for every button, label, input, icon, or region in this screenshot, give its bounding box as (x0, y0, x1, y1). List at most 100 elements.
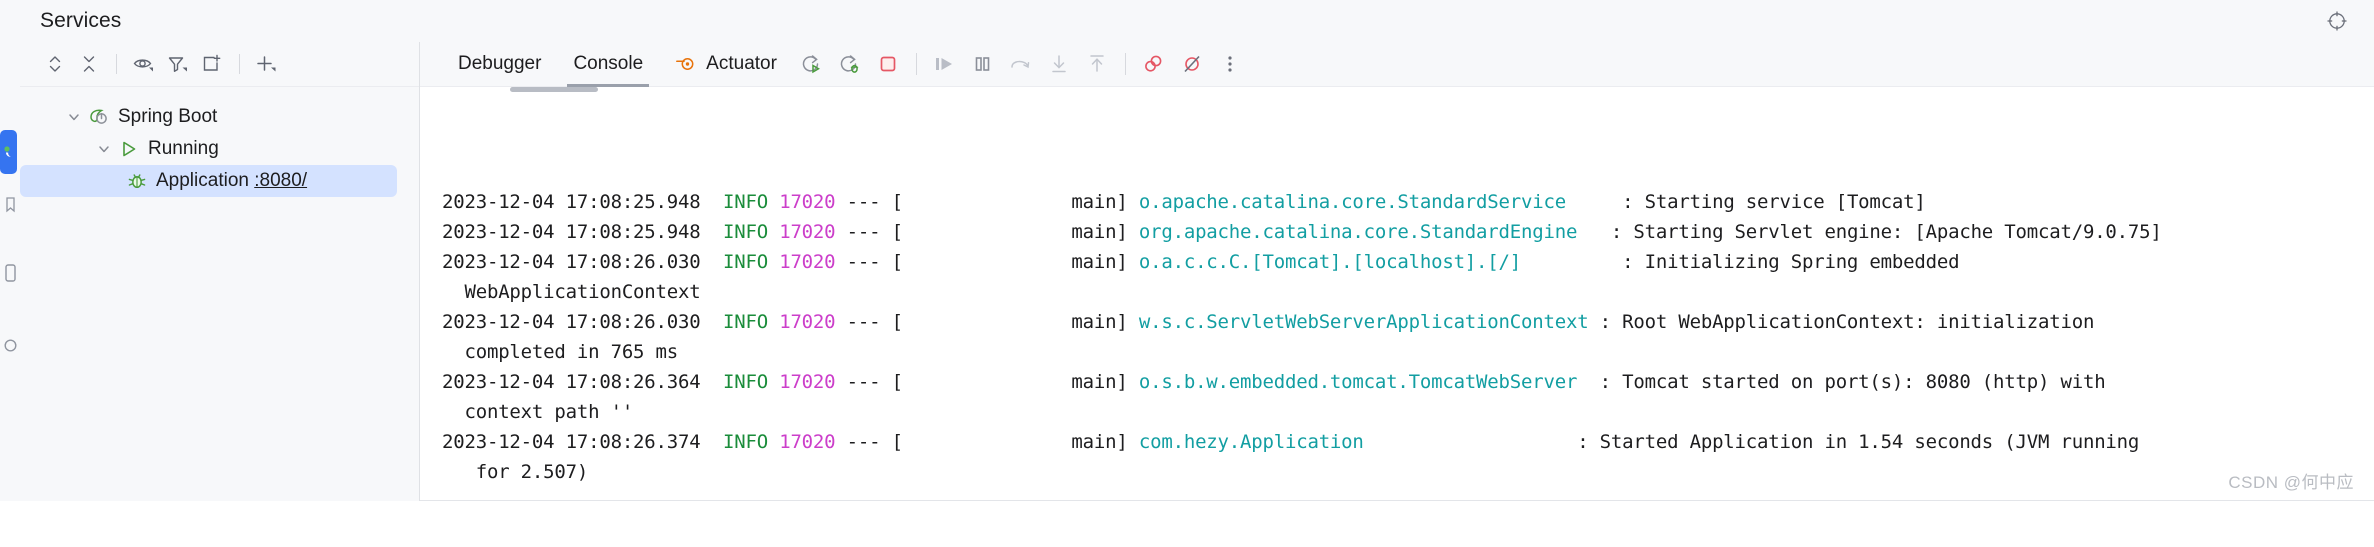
log-separator: --- [ (835, 371, 903, 393)
chevron-down-icon[interactable] (92, 137, 116, 161)
run-triangle-icon (116, 138, 142, 160)
resume-program-icon[interactable] (926, 48, 964, 80)
log-separator: --- [ (835, 431, 903, 453)
mute-breakpoints-icon[interactable] (1173, 48, 1211, 80)
watermark: CSDN @何中应 (2228, 473, 2354, 492)
collapse-all-icon[interactable] (72, 49, 106, 79)
log-pid: 17020 (779, 371, 836, 393)
target-crosshair-icon[interactable] (2322, 6, 2352, 36)
log-message-continuation: for 2.507) (442, 461, 589, 483)
log-timestamp: 2023-12-04 17:08:26.030 (442, 311, 723, 333)
pause-program-icon[interactable] (964, 48, 1002, 80)
log-level: INFO (722, 371, 768, 393)
edge-item-services[interactable] (0, 130, 17, 174)
tab-debugger[interactable]: Debugger (442, 42, 557, 87)
log-timestamp: 2023-12-04 17:08:26.030 (442, 251, 723, 273)
log-space (768, 221, 779, 243)
log-message: : Root WebApplicationContext: initializa… (1588, 311, 2095, 333)
run-console-panel: Debugger Console Actuator 2023-12-04 17:… (420, 42, 2374, 501)
log-timestamp: 2023-12-04 17:08:25.948 (442, 221, 723, 243)
services-tree: Spring Boot Running Application:8080/ (20, 87, 419, 197)
add-icon[interactable] (250, 49, 284, 79)
edge-item-terminal-icon[interactable] (0, 258, 20, 288)
log-space (768, 251, 779, 273)
edge-item-bookmarks-icon[interactable] (0, 192, 20, 218)
log-line-continuation: WebApplicationContext (442, 277, 2374, 307)
log-separator: --- [ (835, 191, 903, 213)
log-message: : Tomcat started on port(s): 8080 (http)… (1577, 371, 2106, 393)
log-logger: w.s.c.ServletWebServerApplicationContext (1138, 311, 1589, 333)
log-pid: 17020 (779, 221, 836, 243)
log-space (768, 191, 779, 213)
step-into-icon[interactable] (1040, 48, 1078, 80)
log-space (768, 431, 779, 453)
application-port-link[interactable]: :8080/ (254, 170, 307, 191)
step-over-icon[interactable] (1002, 48, 1040, 80)
tool-window-titlebar: Services (0, 0, 2374, 42)
log-space (768, 371, 779, 393)
chevron-down-icon[interactable] (62, 105, 86, 129)
filter-icon[interactable] (161, 49, 195, 79)
page-title: Services (40, 9, 122, 32)
tree-node-label: Running (148, 138, 219, 159)
log-logger: o.apache.catalina.core.StandardService (1138, 191, 1566, 213)
toolbar-divider (116, 54, 117, 74)
tree-node-application[interactable]: Application :8080/ (20, 165, 397, 197)
log-thread: main] (902, 371, 1139, 393)
debug-bug-icon (124, 170, 150, 192)
rerun-debug-icon[interactable] (831, 48, 869, 80)
log-pid: 17020 (779, 251, 836, 273)
tree-node-running[interactable]: Running (20, 133, 419, 165)
log-thread: main] (902, 191, 1139, 213)
log-timestamp: 2023-12-04 17:08:25.948 (442, 191, 723, 213)
expand-all-icon[interactable] (38, 49, 72, 79)
rerun-icon[interactable] (793, 48, 831, 80)
log-separator: --- [ (835, 311, 903, 333)
eye-icon[interactable] (127, 49, 161, 79)
log-timestamp: 2023-12-04 17:08:26.374 (442, 431, 723, 453)
edge-item-problems-icon[interactable] (0, 332, 20, 358)
titlebar-actions (2322, 6, 2352, 36)
log-line: 2023-12-04 17:08:25.948 INFO 17020 --- [… (442, 187, 2374, 217)
tab-label: Actuator (706, 53, 777, 74)
log-timestamp: 2023-12-04 17:08:26.364 (442, 371, 723, 393)
open-in-new-tab-icon[interactable] (195, 49, 229, 79)
log-line: 2023-12-04 17:08:26.030 INFO 17020 --- [… (442, 247, 2374, 277)
toolbar-divider (915, 53, 917, 75)
log-line: 2023-12-04 17:08:26.364 INFO 17020 --- [… (442, 367, 2374, 397)
services-tree-panel: Spring Boot Running Application:8080/ (20, 42, 420, 501)
log-thread: main] (902, 221, 1139, 243)
tab-console[interactable]: Console (557, 42, 659, 87)
log-line-continuation: for 2.507) (442, 457, 2374, 487)
step-out-icon[interactable] (1078, 48, 1116, 80)
log-message-continuation: context path '' (442, 401, 634, 423)
stop-icon[interactable] (869, 48, 907, 80)
console-log-output[interactable]: 2023-12-04 17:08:25.948 INFO 17020 --- [… (420, 87, 2374, 547)
log-logger: com.hezy.Application (1138, 431, 1364, 453)
log-line: 2023-12-04 17:08:26.374 INFO 17020 --- [… (442, 427, 2374, 457)
log-level: INFO (722, 221, 768, 243)
tab-actuator[interactable]: Actuator (659, 42, 793, 87)
log-message: : Started Application in 1.54 seconds (J… (1363, 431, 2140, 453)
log-pid: 17020 (779, 431, 836, 453)
log-logger: o.s.b.w.embedded.tomcat.TomcatWebServer (1138, 371, 1578, 393)
view-breakpoints-icon[interactable] (1135, 48, 1173, 80)
log-pid: 17020 (779, 191, 836, 213)
application-name: Application (156, 170, 249, 191)
log-message-continuation: completed in 765 ms (442, 341, 679, 363)
more-options-icon[interactable] (1211, 48, 1249, 80)
log-thread: main] (902, 251, 1139, 273)
log-level: INFO (722, 251, 768, 273)
log-message: : Starting service [Tomcat] (1565, 191, 1926, 213)
services-tool-window: Services Spring Boot Running Application… (0, 0, 2374, 501)
log-line-continuation: context path '' (442, 397, 2374, 427)
spring-boot-leaf-icon (86, 106, 112, 128)
log-pid: 17020 (779, 311, 836, 333)
log-line: 2023-12-04 17:08:25.948 INFO 17020 --- [… (442, 217, 2374, 247)
horizontal-scrollbar-thumb[interactable] (510, 87, 598, 92)
tree-node-spring-boot[interactable]: Spring Boot (20, 101, 419, 133)
log-message: : Starting Servlet engine: [Apache Tomca… (1577, 221, 2162, 243)
console-toolbar: Debugger Console Actuator (420, 42, 2374, 87)
log-thread: main] (902, 431, 1139, 453)
toolbar-divider-2 (239, 54, 240, 74)
